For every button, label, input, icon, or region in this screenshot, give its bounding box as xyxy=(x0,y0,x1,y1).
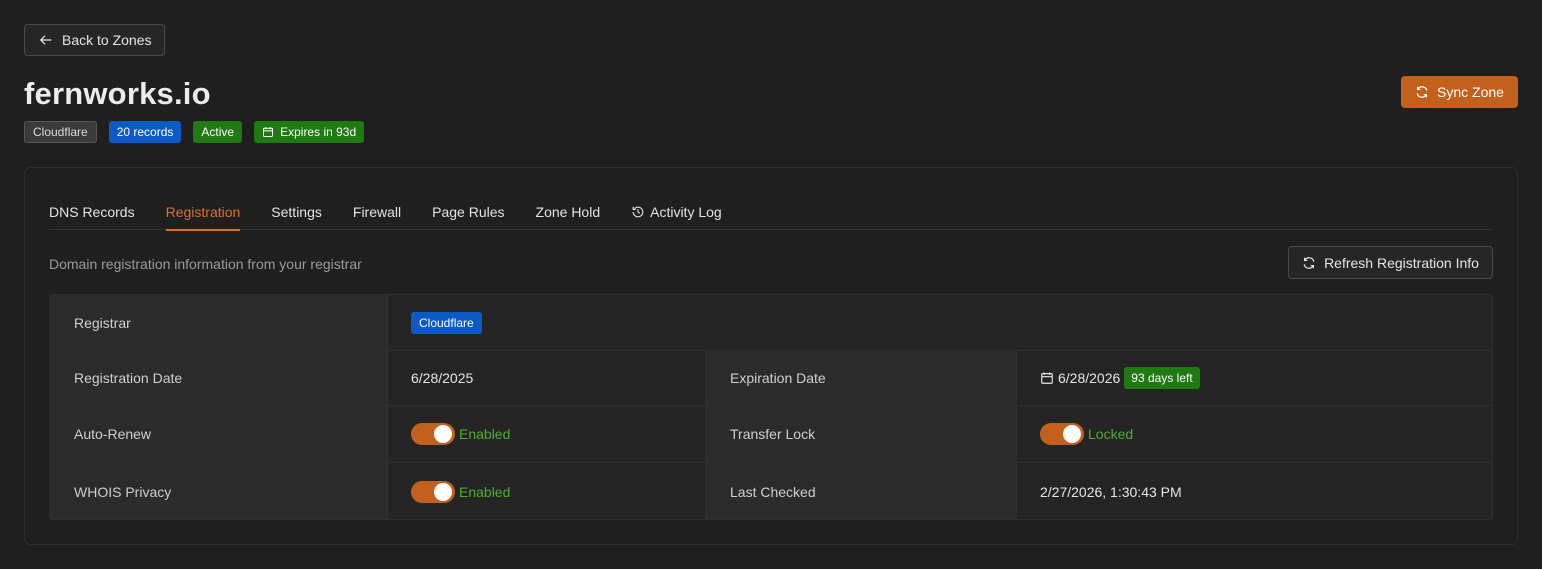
status-badge: Active xyxy=(193,121,243,143)
last-checked-label: Last Checked xyxy=(706,463,1017,519)
whois-privacy-label: WHOIS Privacy xyxy=(50,463,388,519)
tab-label: DNS Records xyxy=(49,204,135,220)
registrar-label: Registrar xyxy=(50,295,388,350)
auto-renew-toggle[interactable] xyxy=(411,423,455,445)
back-to-zones-button[interactable]: Back to Zones xyxy=(24,24,165,56)
calendar-icon xyxy=(263,127,274,137)
back-label: Back to Zones xyxy=(62,32,152,48)
tab-settings[interactable]: Settings xyxy=(271,194,322,230)
transfer-lock-label: Transfer Lock xyxy=(706,406,1017,462)
tab-label: Zone Hold xyxy=(535,204,601,220)
tab-registration[interactable]: Registration xyxy=(165,194,241,231)
registration-date-label: Registration Date xyxy=(50,351,388,405)
table-row: Auto-Renew Enabled Transfer Lock Locked xyxy=(50,406,1492,463)
expires-label: Expires in 93d xyxy=(280,125,357,139)
registration-table: Registrar Cloudflare Registration Date 6… xyxy=(49,294,1493,520)
zone-panel: DNS Records Registration Settings Firewa… xyxy=(24,167,1518,545)
provider-badge: Cloudflare xyxy=(24,121,97,143)
expiration-date-label: Expiration Date xyxy=(706,351,1017,405)
registration-description: Domain registration information from you… xyxy=(49,256,362,272)
table-row: Registration Date 6/28/2025 Expiration D… xyxy=(50,351,1492,406)
registrar-value: Cloudflare xyxy=(388,295,1492,350)
registrar-badge: Cloudflare xyxy=(411,311,482,334)
whois-privacy-status: Enabled xyxy=(459,484,511,500)
table-row: Registrar Cloudflare xyxy=(50,295,1492,351)
page-title: fernworks.io xyxy=(24,76,211,111)
refresh-icon xyxy=(1303,256,1315,269)
tab-activity-log[interactable]: Activity Log xyxy=(631,194,722,230)
calendar-icon xyxy=(1041,372,1053,384)
tab-label: Registration xyxy=(165,204,241,220)
tab-firewall[interactable]: Firewall xyxy=(353,194,401,230)
records-badge: 20 records xyxy=(108,121,182,143)
history-icon xyxy=(632,206,644,218)
auto-renew-value: Enabled xyxy=(388,406,706,462)
tab-label: Settings xyxy=(271,204,322,220)
tab-label: Page Rules xyxy=(432,204,505,220)
last-checked-value: 2/27/2026, 1:30:43 PM xyxy=(1017,463,1492,519)
table-row: WHOIS Privacy Enabled Last Checked 2/27/… xyxy=(50,463,1492,519)
tab-zone-hold[interactable]: Zone Hold xyxy=(536,194,601,230)
registration-date-value: 6/28/2025 xyxy=(388,351,706,405)
expires-badge: Expires in 93d xyxy=(254,121,365,143)
whois-privacy-toggle[interactable] xyxy=(411,481,455,503)
auto-renew-status: Enabled xyxy=(459,426,511,442)
tab-label: Firewall xyxy=(352,204,402,220)
tab-dns-records[interactable]: DNS Records xyxy=(49,194,135,230)
tab-page-rules[interactable]: Page Rules xyxy=(432,194,504,230)
sync-label: Sync Zone xyxy=(1437,84,1504,100)
transfer-lock-status: Locked xyxy=(1088,426,1134,442)
tab-label: Activity Log xyxy=(650,204,722,220)
transfer-lock-toggle[interactable] xyxy=(1040,423,1084,445)
auto-renew-label: Auto-Renew xyxy=(50,406,388,462)
expiration-date-text: 6/28/2026 xyxy=(1058,370,1121,386)
tab-bar: DNS Records Registration Settings Firewa… xyxy=(49,194,1493,231)
expiration-date-value: 6/28/2026 93 days left xyxy=(1017,351,1492,405)
whois-privacy-value: Enabled xyxy=(388,463,706,519)
sync-zone-button[interactable]: Sync Zone xyxy=(1401,76,1518,108)
days-left-badge: 93 days left xyxy=(1124,367,1200,389)
transfer-lock-value: Locked xyxy=(1017,406,1492,462)
zone-tags: Cloudflare 20 records Active Expires in … xyxy=(24,121,365,143)
refresh-registration-button[interactable]: Refresh Registration Info xyxy=(1288,246,1493,279)
refresh-label: Refresh Registration Info xyxy=(1324,254,1479,271)
sync-icon xyxy=(1416,86,1428,98)
arrow-left-icon xyxy=(39,35,52,45)
